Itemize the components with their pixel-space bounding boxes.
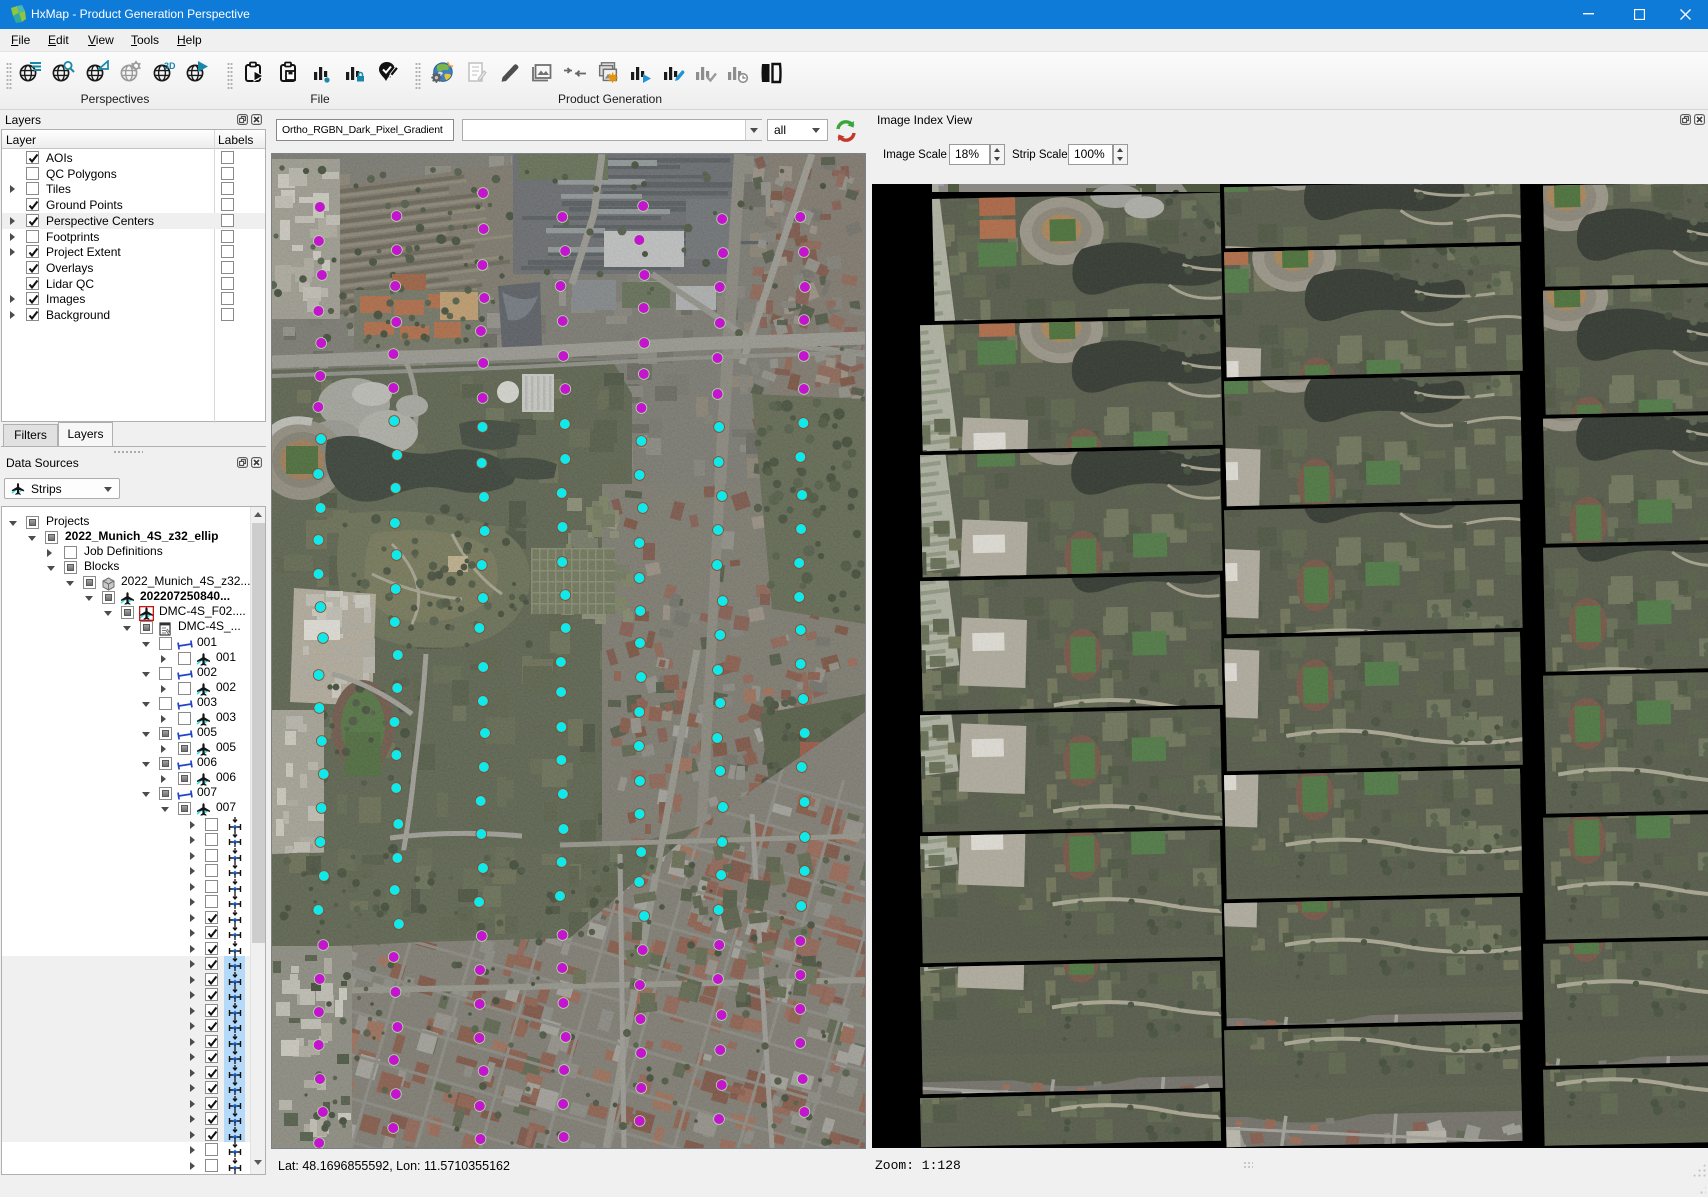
svg-text:3D: 3D xyxy=(164,61,176,71)
